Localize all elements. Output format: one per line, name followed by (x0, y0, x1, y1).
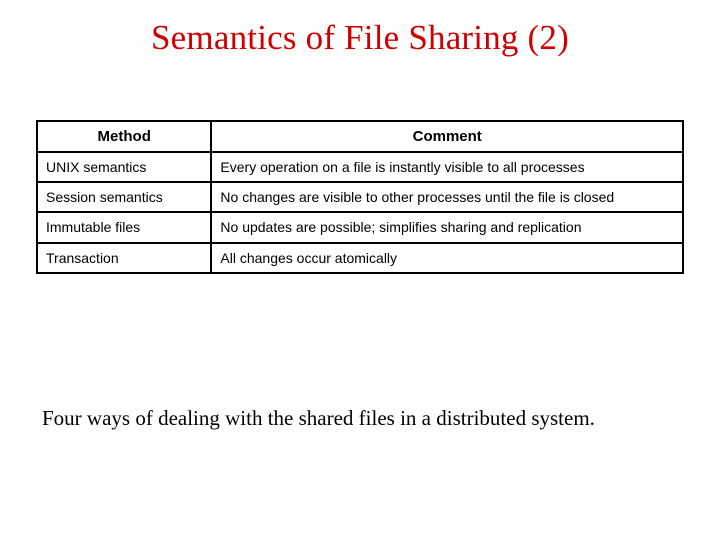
cell-method: Transaction (37, 243, 211, 273)
cell-comment: No changes are visible to other processe… (211, 182, 683, 212)
page-title: Semantics of File Sharing (2) (0, 18, 720, 58)
cell-comment: Every operation on a file is instantly v… (211, 152, 683, 182)
semantics-table: Method Comment UNIX semantics Every oper… (36, 120, 684, 274)
table-row: Immutable files No updates are possible;… (37, 212, 683, 242)
table-row: UNIX semantics Every operation on a file… (37, 152, 683, 182)
cell-comment: All changes occur atomically (211, 243, 683, 273)
cell-comment: No updates are possible; simplifies shar… (211, 212, 683, 242)
caption-text: Four ways of dealing with the shared fil… (0, 406, 720, 431)
cell-method: Immutable files (37, 212, 211, 242)
cell-method: UNIX semantics (37, 152, 211, 182)
table-row: Transaction All changes occur atomically (37, 243, 683, 273)
semantics-table-container: Method Comment UNIX semantics Every oper… (36, 120, 684, 274)
table-header-row: Method Comment (37, 121, 683, 152)
slide: Semantics of File Sharing (2) Method Com… (0, 18, 720, 558)
col-header-comment: Comment (211, 121, 683, 152)
cell-method: Session semantics (37, 182, 211, 212)
table-row: Session semantics No changes are visible… (37, 182, 683, 212)
col-header-method: Method (37, 121, 211, 152)
